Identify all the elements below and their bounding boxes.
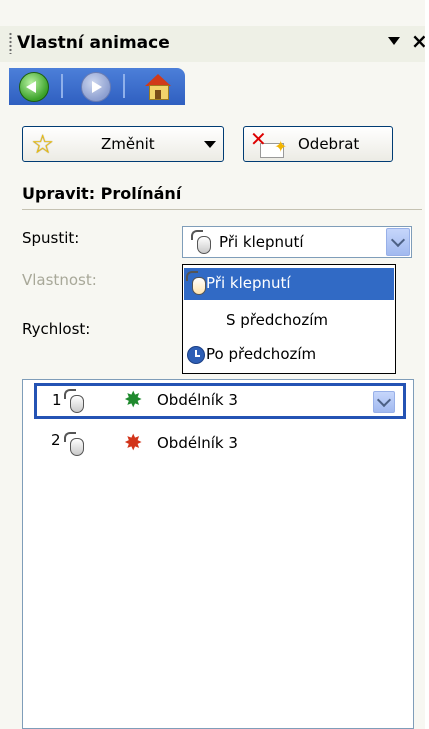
option-label: S předchozím xyxy=(226,311,328,329)
start-dropdown-list: Při klepnutí S předchozím Po předchozím xyxy=(182,264,396,374)
navigation-strip xyxy=(9,68,185,105)
option-label: Při klepnutí xyxy=(206,274,291,292)
property-label: Vlastnost: xyxy=(22,271,97,289)
item-name: Obdélník 3 xyxy=(157,391,238,409)
star-icon: ☆ xyxy=(31,130,55,160)
section-heading: Upravit: Prolínání xyxy=(22,184,182,203)
list-item[interactable]: 1 ✸ Obdélník 3 xyxy=(34,383,406,419)
grip-handle[interactable] xyxy=(9,32,12,54)
red-star-icon: ✸ xyxy=(124,431,143,456)
start-label: Spustit: xyxy=(22,229,80,247)
nav-separator xyxy=(123,74,125,98)
option-after-previous[interactable]: Po předchozím xyxy=(184,339,394,371)
list-item[interactable]: 2 ✸ Obdélník 3 xyxy=(34,426,406,462)
start-combo[interactable]: Při klepnutí xyxy=(182,226,412,258)
mouse-icon xyxy=(64,389,86,413)
divider xyxy=(22,209,422,210)
green-star-icon: ✸ xyxy=(124,388,143,413)
option-on-click[interactable]: Při klepnutí xyxy=(184,268,394,300)
option-label: Po předchozím xyxy=(206,345,317,363)
mouse-icon xyxy=(186,271,208,295)
mouse-icon xyxy=(191,230,213,254)
chevron-down-icon[interactable] xyxy=(386,228,410,256)
pane-title: Vlastní animace xyxy=(17,33,170,53)
forward-arrow-icon[interactable] xyxy=(81,72,111,102)
home-icon[interactable] xyxy=(144,72,172,100)
back-arrow-icon[interactable] xyxy=(19,72,49,102)
item-name: Obdélník 3 xyxy=(157,434,238,452)
start-combo-value: Při klepnutí xyxy=(219,233,304,251)
chevron-down-icon xyxy=(204,141,216,148)
item-index: 1 xyxy=(52,391,62,409)
item-index: 2 xyxy=(51,431,61,449)
clock-icon xyxy=(187,346,205,364)
pane-edge xyxy=(425,0,429,729)
animation-list: 1 ✸ Obdélník 3 2 ✸ Obdélník 3 xyxy=(22,379,414,729)
option-with-previous[interactable]: S předchozím xyxy=(184,305,394,337)
nav-separator xyxy=(61,74,63,98)
chevron-down-icon[interactable] xyxy=(388,37,400,45)
speed-label: Rychlost: xyxy=(22,320,91,338)
change-button-label: Změnit xyxy=(101,135,155,153)
remove-effect-button[interactable]: ✕ ✦ Odebrat xyxy=(243,126,393,162)
mouse-icon xyxy=(64,432,86,456)
change-effect-button[interactable]: ☆ Změnit xyxy=(22,126,224,162)
custom-animation-pane: Vlastní animace × ☆ Změnit ✕ ✦ Odebrat Up… xyxy=(0,0,429,729)
chevron-down-icon[interactable] xyxy=(373,391,395,413)
remove-icon: ✕ ✦ xyxy=(250,127,288,158)
remove-button-label: Odebrat xyxy=(298,135,360,153)
